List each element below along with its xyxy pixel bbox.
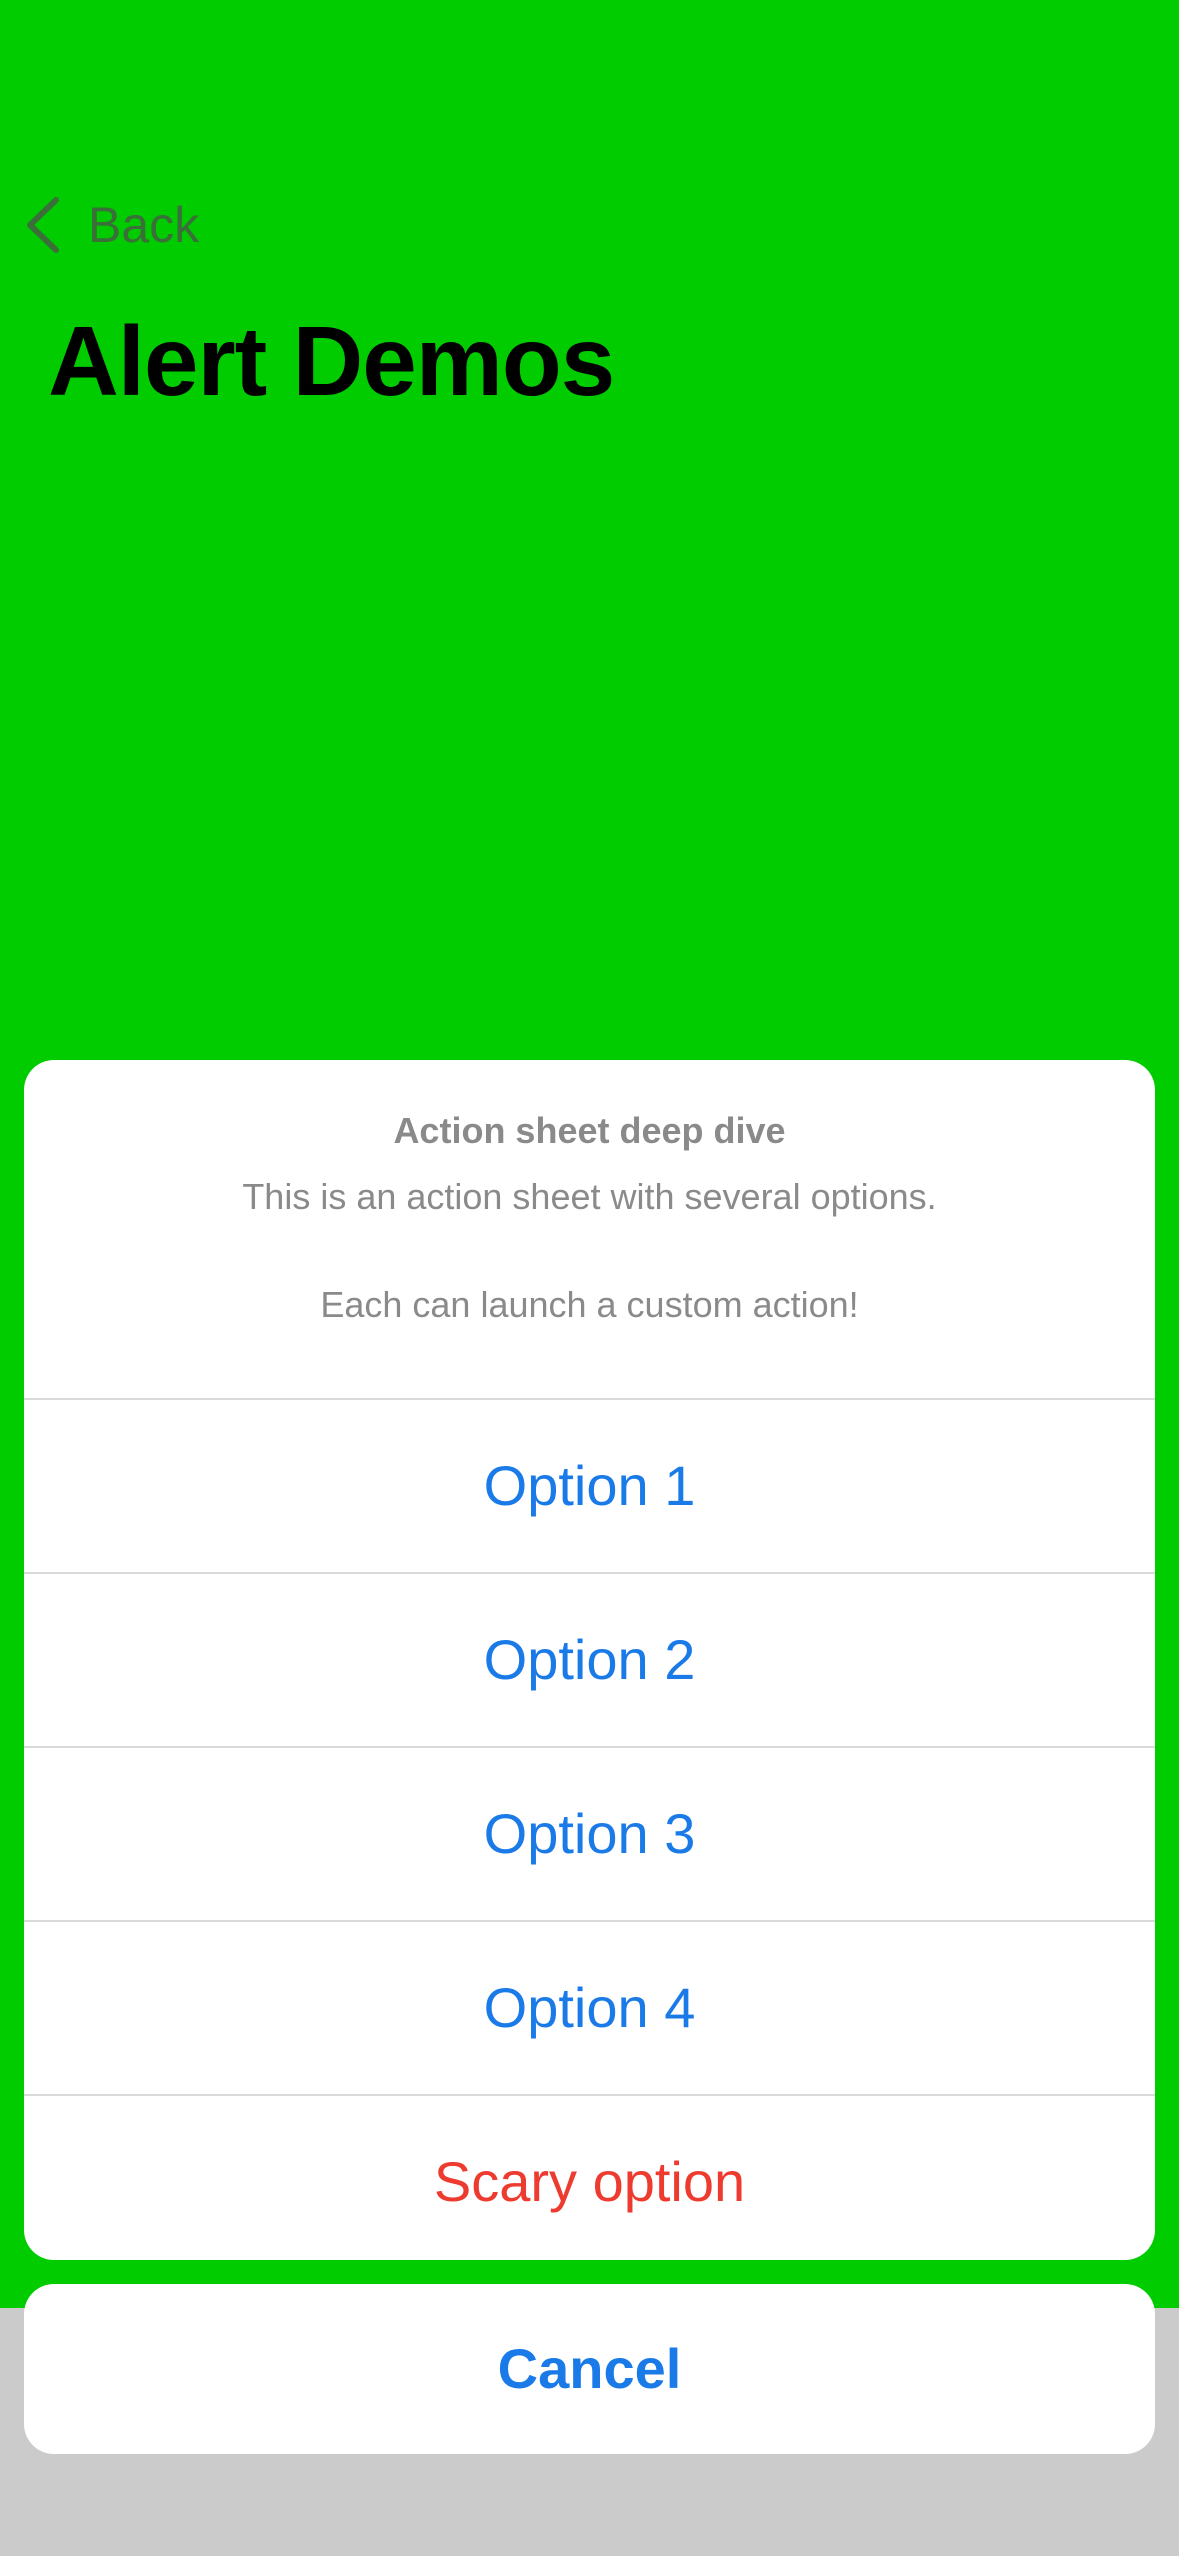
screen: Back Alert Demos Action sheet deep dive … — [0, 0, 1179, 2556]
scary-option-button[interactable]: Scary option — [24, 2096, 1155, 2260]
option-3-button[interactable]: Option 3 — [24, 1748, 1155, 1922]
option-4-button[interactable]: Option 4 — [24, 1922, 1155, 2096]
page-title: Alert Demos — [48, 306, 615, 416]
action-sheet-message: This is an action sheet with several opt… — [24, 1170, 1155, 1332]
chevron-left-icon — [27, 197, 59, 253]
back-label: Back — [88, 197, 200, 253]
message-spacer — [24, 1224, 1155, 1278]
message-line: Each can launch a custom action! — [320, 1284, 859, 1325]
back-button[interactable]: Back — [24, 190, 199, 260]
option-1-button[interactable]: Option 1 — [24, 1400, 1155, 1574]
action-sheet: Action sheet deep dive This is an action… — [24, 1060, 1155, 2260]
action-sheet-header: Action sheet deep dive This is an action… — [24, 1060, 1155, 1400]
message-line: This is an action sheet with several opt… — [242, 1176, 937, 1217]
action-sheet-title: Action sheet deep dive — [393, 1110, 786, 1151]
option-2-button[interactable]: Option 2 — [24, 1574, 1155, 1748]
cancel-button[interactable]: Cancel — [24, 2284, 1155, 2454]
